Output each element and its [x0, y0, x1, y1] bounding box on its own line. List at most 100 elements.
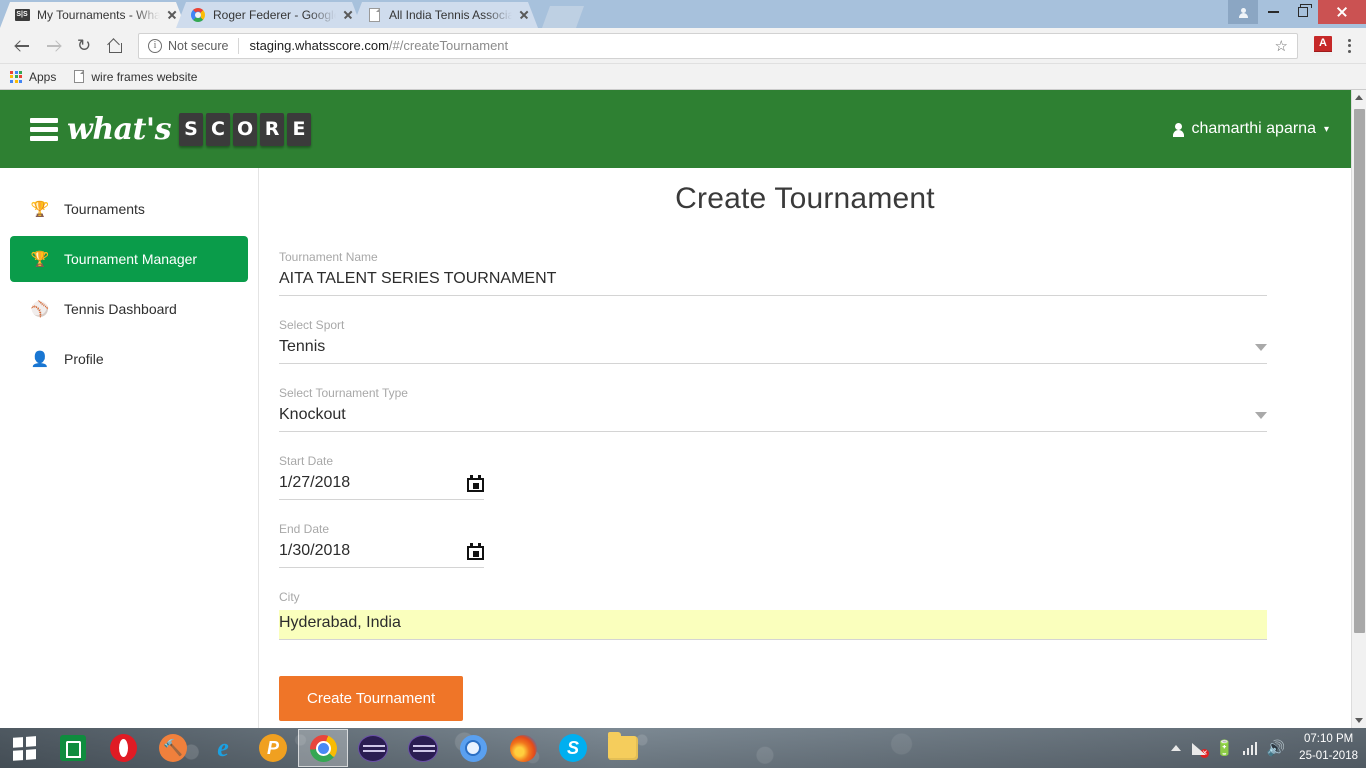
create-tournament-button[interactable]: Create Tournament	[279, 676, 464, 721]
chevron-down-icon[interactable]	[1255, 411, 1267, 419]
sidebar-item-label: Tournaments	[64, 201, 145, 217]
file-explorer-icon[interactable]	[598, 729, 648, 767]
field-label: Select Sport	[279, 318, 345, 332]
chevron-down-icon: ▾	[1323, 123, 1329, 135]
tool-icon[interactable]: 🔨	[148, 729, 198, 767]
main-content: Create Tournament Tournament Name AITA T…	[259, 168, 1351, 728]
page-scrollbar[interactable]	[1351, 90, 1366, 728]
field-end-date: End Date 1/30/2018	[279, 522, 1267, 568]
store-icon[interactable]	[48, 729, 98, 767]
app-header: what's S C O R E chamarthi aparna ▾	[0, 90, 1351, 168]
score-favicon: S|S	[14, 7, 30, 23]
end-date-input[interactable]: 1/30/2018	[279, 542, 437, 560]
city-input[interactable]: Hyderabad, India	[279, 614, 1267, 632]
chrome-icon[interactable]	[298, 729, 348, 767]
browser-tab-1[interactable]: G Roger Federer - Google S	[176, 2, 362, 28]
info-icon[interactable]: i	[148, 38, 162, 53]
bookmark-label: Apps	[29, 69, 57, 84]
app-oval-icon[interactable]	[348, 729, 398, 767]
taskbar-clock[interactable]: 07:10 PM 25-01-2018	[1295, 731, 1366, 764]
chrome-browser-window: S|S My Tournaments - What' G Roger Feder…	[0, 0, 1366, 728]
tab-close-icon[interactable]	[516, 7, 532, 23]
show-hidden-icons[interactable]	[1171, 745, 1182, 751]
internet-explorer-icon[interactable]: e	[198, 729, 248, 767]
logo-tile: E	[287, 112, 312, 146]
network-error-icon[interactable]: ✕	[1190, 741, 1210, 758]
google-favicon: G	[190, 7, 206, 23]
sidebar-item-label: Tournament Manager	[64, 251, 198, 267]
reload-button[interactable]: ↻	[70, 32, 98, 60]
sidebar-item-tennis-dashboard[interactable]: ⚾ Tennis Dashboard	[10, 286, 248, 332]
scrollbar-thumb[interactable]	[1354, 109, 1365, 633]
scroll-up-icon[interactable]	[1352, 90, 1366, 105]
field-label: Start Date	[279, 454, 334, 468]
windows-start-icon[interactable]	[0, 728, 48, 768]
signal-icon[interactable]	[1242, 741, 1258, 755]
sidebar-item-tournament-manager[interactable]: 🏆 Tournament Manager	[10, 236, 248, 282]
tab-close-icon[interactable]	[340, 7, 356, 23]
start-date-input[interactable]: 1/27/2018	[279, 474, 437, 492]
sport-select[interactable]: Tennis	[279, 338, 1245, 356]
back-button[interactable]	[8, 32, 36, 60]
field-tournament-name: Tournament Name AITA TALENT SERIES TOURN…	[279, 250, 1267, 296]
opera-icon[interactable]	[98, 729, 148, 767]
url-text: staging.whatsscore.com/#/createTournamen…	[249, 38, 508, 53]
volume-icon[interactable]: 🔊	[1266, 741, 1285, 756]
chevron-down-icon[interactable]	[1255, 343, 1267, 351]
battery-icon[interactable]: 🔋	[1215, 741, 1234, 756]
url-path: /#/createTournament	[388, 38, 509, 53]
dictionary-extension-icon[interactable]	[1314, 35, 1332, 56]
page-viewport: what's S C O R E chamarthi aparna ▾ 🏆 To…	[0, 90, 1366, 728]
page-title: Create Tournament	[675, 182, 935, 215]
apps-grid-icon	[10, 70, 22, 83]
browser-tab-2[interactable]: All India Tennis Associati	[352, 2, 538, 28]
address-bar[interactable]: i Not secure staging.whatsscore.com/#/cr…	[138, 32, 1298, 59]
tab-title: Roger Federer - Google S	[213, 8, 334, 22]
field-select-sport: Select Sport Tennis	[279, 318, 1267, 364]
window-controls	[1228, 0, 1366, 24]
scroll-down-icon[interactable]	[1352, 713, 1366, 728]
firefox-icon[interactable]	[498, 729, 548, 767]
field-tournament-type: Select Tournament Type Knockout	[279, 386, 1267, 432]
tab-close-icon[interactable]	[164, 7, 180, 23]
person-icon: 👤	[30, 350, 50, 368]
bookmark-apps[interactable]: Apps	[10, 70, 56, 84]
app-logo[interactable]: what's S C O R E	[30, 112, 312, 147]
browser-tab-0[interactable]: S|S My Tournaments - What'	[0, 2, 186, 28]
page-body: 🏆 Tournaments 🏆 Tournament Manager ⚾ Ten…	[0, 168, 1351, 728]
person-icon	[1173, 122, 1185, 137]
sidebar-item-profile[interactable]: 👤 Profile	[10, 336, 248, 382]
logo-tile: C	[206, 112, 231, 146]
chrome-menu-icon[interactable]	[1340, 38, 1358, 53]
calendar-icon[interactable]	[467, 542, 484, 560]
tab-title: All India Tennis Associati	[389, 8, 512, 22]
hamburger-menu-icon[interactable]	[30, 117, 58, 141]
minimize-icon[interactable]	[1258, 0, 1288, 24]
paint-icon[interactable]: P	[248, 729, 298, 767]
app-oval-icon-2[interactable]	[398, 729, 448, 767]
forward-button[interactable]	[39, 32, 67, 60]
home-button[interactable]	[101, 32, 129, 60]
skype-icon[interactable]: S	[548, 729, 598, 767]
document-icon	[74, 70, 85, 83]
user-menu[interactable]: chamarthi aparna ▾	[1173, 120, 1329, 138]
new-tab-button[interactable]	[542, 6, 584, 28]
bookmark-star-icon[interactable]: ☆	[1269, 37, 1288, 55]
sidebar-item-tournaments[interactable]: 🏆 Tournaments	[10, 186, 248, 232]
tournament-name-input[interactable]: AITA TALENT SERIES TOURNAMENT	[279, 270, 1267, 288]
document-favicon	[366, 7, 382, 23]
clock-time: 07:10 PM	[1303, 733, 1354, 746]
bookmark-wireframes[interactable]: wire frames website	[74, 70, 197, 84]
tab-strip: S|S My Tournaments - What' G Roger Feder…	[0, 0, 1366, 28]
chromium-icon[interactable]	[448, 729, 498, 767]
restore-icon[interactable]	[1288, 0, 1318, 24]
create-tournament-form: Tournament Name AITA TALENT SERIES TOURN…	[259, 250, 1351, 721]
close-icon[interactable]	[1318, 0, 1366, 24]
calendar-icon[interactable]	[467, 474, 484, 492]
sidebar-item-label: Tennis Dashboard	[64, 301, 177, 317]
profile-icon[interactable]	[1228, 0, 1258, 24]
bookmark-label: wire frames website	[91, 69, 198, 84]
field-city: City Hyderabad, India	[279, 590, 1267, 640]
dashboard-icon: ⚾	[30, 300, 50, 318]
tournament-type-select[interactable]: Knockout	[279, 406, 1245, 424]
